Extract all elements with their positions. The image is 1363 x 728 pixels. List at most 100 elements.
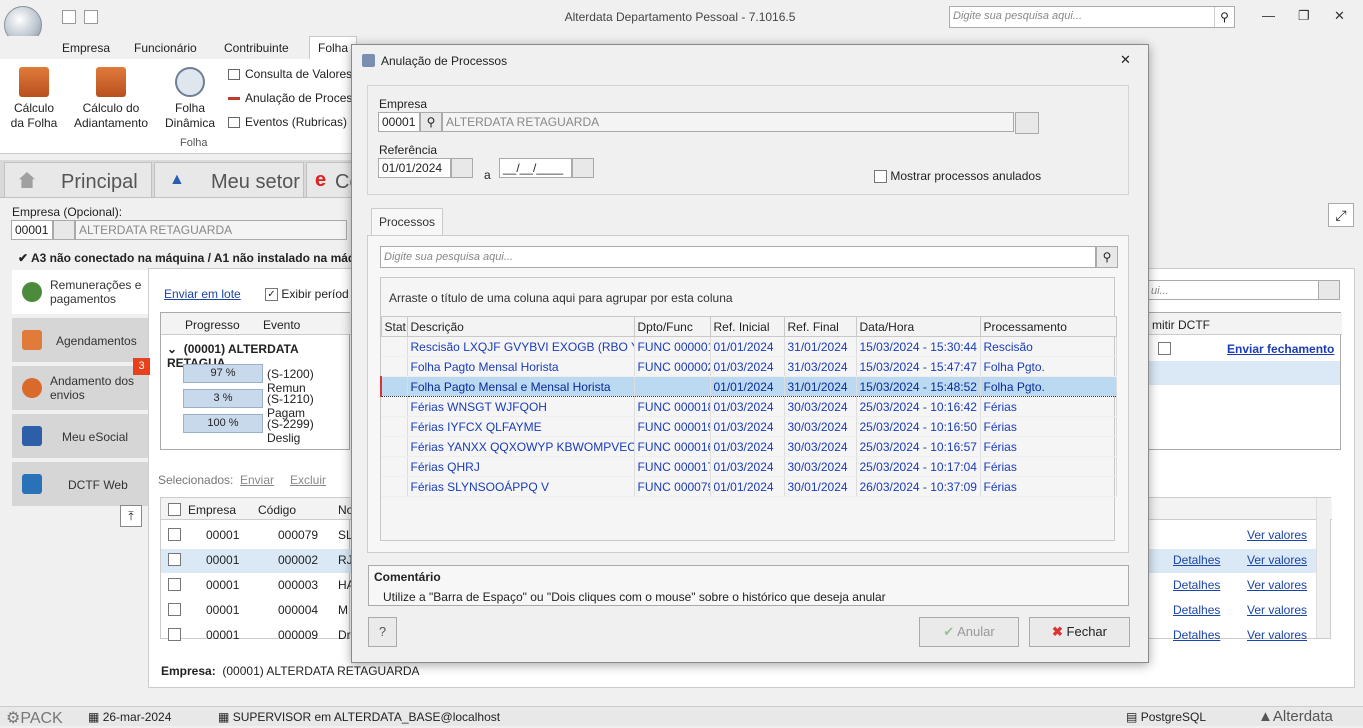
calendar-icon[interactable] (572, 158, 594, 178)
detalhes-link[interactable]: Detalhes (1173, 628, 1220, 642)
menu-empresa[interactable]: Empresa (62, 41, 110, 55)
global-search-input[interactable]: Digite sua pesquisa aqui... ⚲ (949, 6, 1235, 28)
status-bar: ⚙PACK ▦ 26-mar-2024 ▦ SUPERVISOR em ALTE… (0, 706, 1363, 727)
row-checkbox[interactable] (168, 553, 181, 566)
ver-valores-link[interactable]: Ver valores (1247, 578, 1307, 592)
ref-from-input[interactable]: 01/01/2024 (378, 158, 451, 178)
nav-andamento-envios[interactable]: Andamento dos envios (12, 366, 148, 411)
select-all-checkbox[interactable] (168, 503, 181, 516)
process-row[interactable]: Férias IYFCX QLFAYME FUNC 000019 01/03/202… (381, 416, 1117, 437)
process-row[interactable]: Férias WNSGT WJFQOH FUNC 000018 01/03/2024… (381, 396, 1117, 417)
tab-meu-setor[interactable]: ▲ Meu setor (154, 162, 304, 198)
col-progresso[interactable]: Progresso (185, 318, 240, 332)
pack-label: ⚙PACK (6, 710, 63, 727)
panel-search-input[interactable]: ui... (1147, 280, 1319, 300)
close-icon[interactable]: ✕ (1334, 8, 1345, 24)
col-data-hora[interactable]: Data/Hora (855, 316, 981, 337)
search-icon[interactable]: ⚲ (420, 112, 442, 132)
cell-proc: Rescisão (980, 336, 1117, 357)
search-icon[interactable] (1318, 280, 1340, 300)
cell-rf: 30/03/2024 (784, 436, 857, 457)
nav-remuneracoes[interactable]: Remunerações e pagamentos (12, 270, 148, 315)
process-row[interactable]: Férias YANXX QQXOWYP KBWOMPVEC AI FUNC 00… (381, 436, 1117, 457)
anular-button[interactable]: ✔ Anular (919, 617, 1019, 647)
ver-valores-link[interactable]: Ver valores (1247, 628, 1307, 642)
col-stat[interactable]: Stat (380, 316, 408, 337)
calendar-grid-icon[interactable] (1015, 112, 1039, 134)
col-empresa[interactable]: Empresa (188, 503, 236, 517)
col-codigo[interactable]: Código (258, 503, 296, 517)
calendar-icon[interactable] (451, 158, 473, 178)
detalhes-link[interactable]: Detalhes (1173, 553, 1220, 567)
consulta-valores-button[interactable]: Consulta de Valores (228, 67, 352, 81)
cell-dh: 25/03/2024 - 10:16:50 (856, 416, 981, 437)
emitir-dctf-checkbox[interactable] (1158, 342, 1171, 355)
minimize-icon[interactable]: — (1262, 8, 1275, 23)
group-hint: Arraste o título de uma coluna aqui para… (389, 291, 733, 305)
tab-processos[interactable]: Processos (371, 208, 443, 236)
col-processamento[interactable]: Processamento (979, 316, 1117, 337)
vertical-scrollbar[interactable] (1316, 498, 1330, 638)
ver-valores-link[interactable]: Ver valores (1247, 553, 1307, 567)
cell-dh: 15/03/2024 - 15:47:47 (856, 356, 981, 377)
expand-icon[interactable]: ⤢ (1328, 203, 1354, 227)
menu-funcionario[interactable]: Funcionário (134, 41, 197, 55)
search-icon[interactable]: ⚲ (1214, 7, 1234, 27)
empresa-code-input[interactable]: 00001 (11, 220, 53, 240)
col-evento[interactable]: Evento (263, 318, 300, 332)
calculo-adiantamento-button[interactable]: Cálculo do Adiantamento (72, 67, 150, 131)
quick-access-icon[interactable] (84, 10, 98, 24)
menu-contribuinte[interactable]: Contribuinte (224, 41, 289, 55)
row-checkbox[interactable] (168, 578, 181, 591)
process-row[interactable]: Rescisão LXQJF GVYBVI EXOGB (RBO YPIYPFU… (381, 336, 1117, 357)
detalhes-link[interactable]: Detalhes (1173, 603, 1220, 617)
col-ref-final[interactable]: Ref. Final (783, 316, 857, 337)
ver-valores-link[interactable]: Ver valores (1247, 528, 1307, 542)
event-name: (S-2299) Deslig (267, 417, 314, 445)
nav-dctf-web[interactable]: DCTF Web (12, 462, 148, 507)
row-checkbox[interactable] (168, 628, 181, 641)
process-search-input[interactable]: Digite sua pesquisa aqui... (380, 246, 1096, 268)
anulacao-processos-button[interactable]: Anulação de Proces (228, 91, 352, 105)
close-icon[interactable]: ✕ (1120, 52, 1131, 68)
ver-valores-link[interactable]: Ver valores (1247, 603, 1307, 617)
ref-to-input[interactable]: __/__/____ (499, 158, 572, 178)
quick-access-icon[interactable] (62, 10, 76, 24)
nav-agendamentos[interactable]: Agendamentos (12, 318, 148, 363)
progress-bar: 3 % (183, 389, 263, 408)
eventos-rubricas-button[interactable]: Eventos (Rubricas) (228, 115, 347, 129)
help-button[interactable]: ? (368, 617, 397, 647)
cell-dh: 26/03/2024 - 10:37:09 (856, 476, 981, 497)
process-row[interactable]: Férias SLYNSOOÁPPQ V FUNC 000079 01/01/202… (381, 476, 1117, 497)
search-icon[interactable]: ⚲ (1096, 246, 1118, 268)
row-checkbox[interactable] (168, 528, 181, 541)
tools-icon: ⚙ (6, 710, 21, 727)
row-checkbox[interactable] (168, 603, 181, 616)
mostrar-anulados-checkbox[interactable]: Mostrar processos anulados (874, 169, 1041, 184)
process-row[interactable]: Folha Pagto Mensal e Mensal Horista 01/01… (380, 376, 1117, 397)
process-row[interactable]: Folha Pagto Mensal Horista FUNC 000002 01/… (381, 356, 1117, 377)
exibir-periodo-checkbox[interactable]: ✓ Exibir períod (265, 287, 349, 302)
col-ref-inicial[interactable]: Ref. Inicial (709, 316, 785, 337)
excluir-link[interactable]: Excluir (290, 473, 326, 487)
calculo-folha-button[interactable]: Cálculo da Folha (10, 67, 58, 131)
process-row[interactable]: Férias QHRJ FUNC 000017 01/03/2024 30/03/20… (381, 456, 1117, 477)
enviar-lote-link[interactable]: Enviar em lote (164, 287, 241, 301)
selecionados-label: Selecionados: (158, 473, 234, 487)
cell-func: FUNC 000018 (634, 396, 711, 417)
enviar-fechamento-link[interactable]: Enviar fechamento (1227, 342, 1334, 356)
col-descricao[interactable]: Descrição (406, 316, 635, 337)
search-icon[interactable] (53, 220, 75, 240)
process-table: Stat Descrição Dpto/Func Ref. Inicial Re… (380, 316, 1117, 497)
col-dpto-func[interactable]: Dpto/Func (633, 316, 711, 337)
empresa-code-input[interactable]: 00001 (378, 112, 420, 132)
fechar-button[interactable]: ✖ Fechar (1029, 617, 1130, 647)
detalhes-link[interactable]: Detalhes (1173, 578, 1220, 592)
restore-icon[interactable]: ❐ (1298, 8, 1310, 24)
nav-meu-esocial[interactable]: Meu eSocial (12, 414, 148, 459)
folha-dinamica-button[interactable]: Folha Dinâmica (162, 67, 218, 131)
enviar-link[interactable]: Enviar (240, 473, 274, 487)
scroll-top-icon[interactable]: ⤒ (120, 505, 142, 527)
tab-principal[interactable]: Principal (4, 162, 152, 198)
menu-folha[interactable]: Folha (309, 36, 358, 59)
